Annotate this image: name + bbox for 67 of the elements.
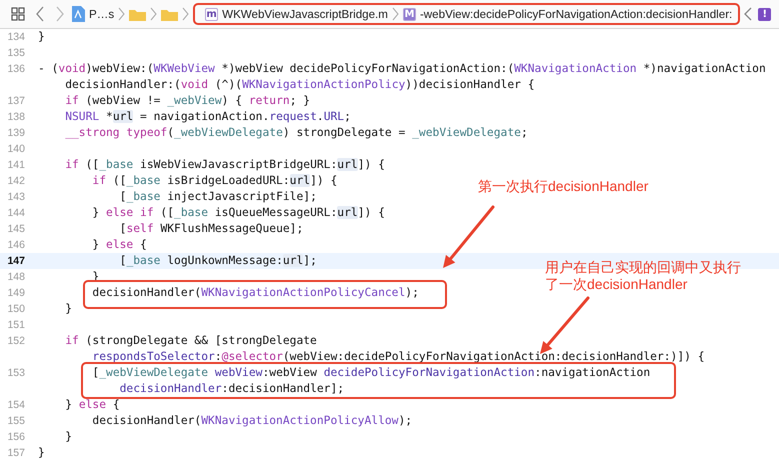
code-line: } [65, 429, 72, 445]
code-line: if (webView != _webView) { return; } [65, 93, 310, 109]
line-number: 142 [6, 174, 25, 189]
code-line: if ([_base isWebViewJavascriptBridgeURL:url]) { [65, 157, 385, 173]
line-number: 146 [6, 238, 25, 253]
line-number: 144 [6, 206, 25, 221]
line-number: 151 [6, 318, 25, 333]
code-line: [self WKFlushMessageQueue]; [120, 221, 304, 237]
line-number: 147 [6, 254, 25, 269]
project-icon [72, 6, 85, 22]
code-line: decisionHandler:decisionHandler]; [120, 381, 344, 397]
issue-badge[interactable]: ! [758, 8, 772, 20]
method-badge: M [402, 8, 416, 20]
folder-icon [129, 8, 146, 20]
line-number: 141 [6, 158, 25, 173]
code-line: } [38, 445, 45, 461]
grid-icon[interactable] [11, 7, 25, 21]
code-line: respondsToSelector:@selector(webView:decidePolicyForNavigationAction:decisionHandler:)]) { [92, 349, 705, 365]
annotation-text: 第一次执行decisionHandler [478, 178, 650, 195]
line-number: 134 [6, 30, 25, 45]
file-crumb[interactable]: m WKWebViewJavascriptBridge.m [203, 8, 390, 20]
line-number: 138 [6, 110, 25, 125]
line-number: 155 [6, 414, 25, 429]
line-number: 139 [6, 126, 25, 141]
line-number: 148 [6, 270, 25, 285]
line-number: 145 [6, 222, 25, 237]
code-line: decisionHandler:(void (^)(WKNavigationActionPolicy))decisionHandler { [65, 77, 535, 93]
line-number: 149 [6, 286, 25, 301]
annotation-text: 用户在自己实现的回调中又执行了一次decisionHandler [545, 259, 742, 293]
code-line: decisionHandler(WKNavigationActionPolicyAllow); [92, 413, 412, 429]
file-badge: m [205, 8, 218, 20]
arrow [443, 206, 494, 268]
code-line: __strong typeof(_webViewDelegate) strongDelegate = _webViewDelegate; [65, 125, 528, 141]
back-icon[interactable] [744, 7, 752, 21]
line-number: 156 [6, 430, 25, 445]
chevron-icon [118, 7, 126, 21]
line-number: 135 [6, 46, 25, 61]
line-number: 136 [6, 62, 25, 77]
line-number: 140 [6, 142, 25, 157]
code-line: } else { [65, 397, 120, 413]
chevron-icon [150, 7, 158, 21]
line-number: 153 [6, 366, 25, 381]
back-icon[interactable] [35, 6, 45, 22]
code-line: - (void)webView:(WKWebView *)webView decidePolicyForNavigationAction:(WKNavigationAction *)navigationAction [38, 61, 766, 77]
line-number: 150 [6, 302, 25, 317]
code-line: if ([_base isBridgeLoadedURL:url]) { [92, 173, 338, 189]
folder-icon [161, 8, 178, 20]
project-crumb[interactable]: P…s [70, 6, 116, 22]
code-line: decisionHandler(WKNavigationActionPolicyCancel); [92, 285, 419, 301]
chevron-icon [182, 7, 190, 21]
code-line: } else if ([_base isQueueMessageURL:url]) { [92, 205, 385, 221]
code-line: if (strongDelegate && [strongDelegate [65, 333, 317, 349]
line-number: 143 [6, 190, 25, 205]
line-number: 137 [6, 94, 25, 109]
code-line: [_base logUnkownMessage:url]; [120, 253, 317, 269]
method-crumb[interactable]: M -webView:decidePolicyForNavigationAction:decisionHandler: [400, 8, 734, 20]
line-number: 154 [6, 398, 25, 413]
code-line: } [65, 301, 72, 317]
code-line: } else { [92, 237, 147, 253]
code-line: [_webViewDelegate webView:webView decidePolicyForNavigationAction:navigationAction [92, 365, 650, 381]
forward-icon[interactable] [55, 6, 65, 22]
code-line: [_base injectJavascriptFile]; [120, 189, 317, 205]
chevron-icon [392, 7, 399, 21]
line-number: 152 [6, 334, 25, 349]
line-number: 157 [6, 446, 25, 461]
code-line: } [38, 29, 45, 45]
code-line: NSURL *url = navigationAction.request.URL; [65, 109, 351, 125]
